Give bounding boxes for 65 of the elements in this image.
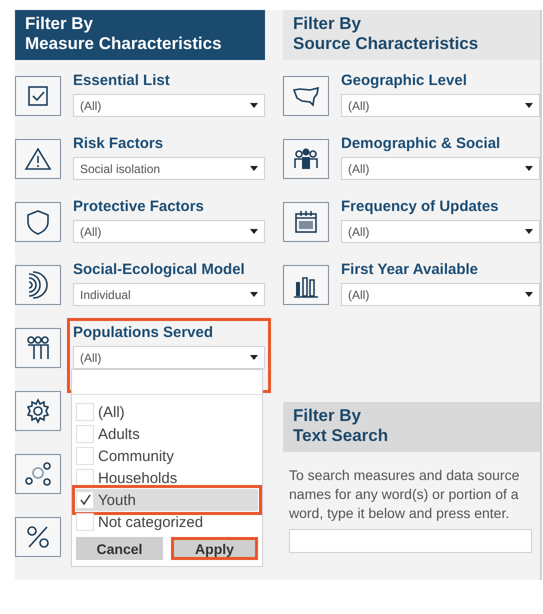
option-label: (All) [98, 404, 125, 420]
filter-label: Geographic Level [341, 72, 467, 90]
filter-label: Populations Served [73, 324, 214, 342]
bar-chart-icon[interactable] [283, 265, 329, 305]
menu-option[interactable]: Community [76, 445, 258, 467]
menu-option[interactable]: Households [76, 467, 258, 489]
warning-icon[interactable] [15, 139, 61, 179]
option-label: Not categorized [98, 514, 204, 530]
filter-label: Social-Ecological Model [73, 261, 245, 279]
caret-icon[interactable] [250, 166, 258, 171]
caret-icon[interactable] [525, 229, 533, 234]
people-icon[interactable] [15, 328, 61, 368]
shield-icon[interactable] [15, 202, 61, 242]
option-label: Households [98, 470, 178, 486]
gear-icon[interactable] [15, 391, 61, 431]
caret-icon[interactable] [525, 166, 533, 171]
menu-button[interactable]: Apply [171, 537, 258, 560]
search-field[interactable] [289, 529, 532, 553]
dropdown[interactable]: (All) [341, 283, 540, 306]
group-icon[interactable] [283, 139, 329, 179]
calendar-icon[interactable] [283, 202, 329, 242]
menu-option[interactable]: Youth [76, 489, 258, 511]
filter-label: Protective Factors [73, 198, 204, 216]
dropdown[interactable]: Individual [73, 283, 265, 306]
menu-button[interactable]: Cancel [76, 537, 163, 560]
caret-icon[interactable] [250, 355, 258, 360]
gears-icon[interactable] [15, 454, 61, 494]
checkbox[interactable] [76, 513, 94, 531]
caret-icon[interactable] [525, 103, 533, 108]
dropdown[interactable]: (All) [73, 220, 265, 243]
checkbox[interactable] [76, 491, 94, 509]
filter-label: Frequency of Updates [341, 198, 499, 216]
checkbox[interactable] [76, 447, 94, 465]
dropdown[interactable]: (All) [73, 94, 265, 117]
panel-header: Filter By Source Characteristics [283, 10, 540, 60]
option-label: Community [98, 448, 174, 464]
filter-label: Demographic & Social [341, 135, 500, 153]
dropdown[interactable]: (All) [341, 94, 540, 117]
caret-icon[interactable] [525, 292, 533, 297]
dropdown[interactable]: Social isolation [73, 157, 265, 180]
filter-label: Essential List [73, 72, 170, 90]
panel-header: Filter By Text Search [283, 402, 540, 452]
menu-option[interactable]: Adults [76, 423, 258, 445]
panel-header: Filter By Measure Characteristics [15, 10, 265, 60]
checkbox-icon[interactable] [15, 76, 61, 116]
dropdown[interactable]: (All) [341, 157, 540, 180]
search-instructions: To search measures and data source names for any word(s) or portion of a word, type it below and press enter. [288, 466, 520, 523]
dropdown[interactable]: (All) [73, 346, 265, 369]
checkbox[interactable] [76, 469, 94, 487]
option-label: Adults [98, 426, 140, 442]
caret-icon[interactable] [250, 292, 258, 297]
dropdown[interactable]: (All) [341, 220, 540, 243]
menu-option[interactable]: (All) [76, 401, 258, 423]
checkbox[interactable] [76, 425, 94, 443]
filter-label: First Year Available [341, 261, 478, 279]
check-icon [79, 494, 91, 506]
menu-option[interactable]: Not categorized [76, 511, 258, 533]
concentric-circles-icon[interactable] [15, 265, 61, 305]
caret-icon[interactable] [250, 229, 258, 234]
map-icon[interactable] [283, 76, 329, 116]
option-label: Youth [98, 492, 136, 508]
caret-icon[interactable] [250, 103, 258, 108]
checkbox[interactable] [76, 403, 94, 421]
filter-label: Risk Factors [73, 135, 164, 153]
percent-icon[interactable] [15, 517, 61, 557]
